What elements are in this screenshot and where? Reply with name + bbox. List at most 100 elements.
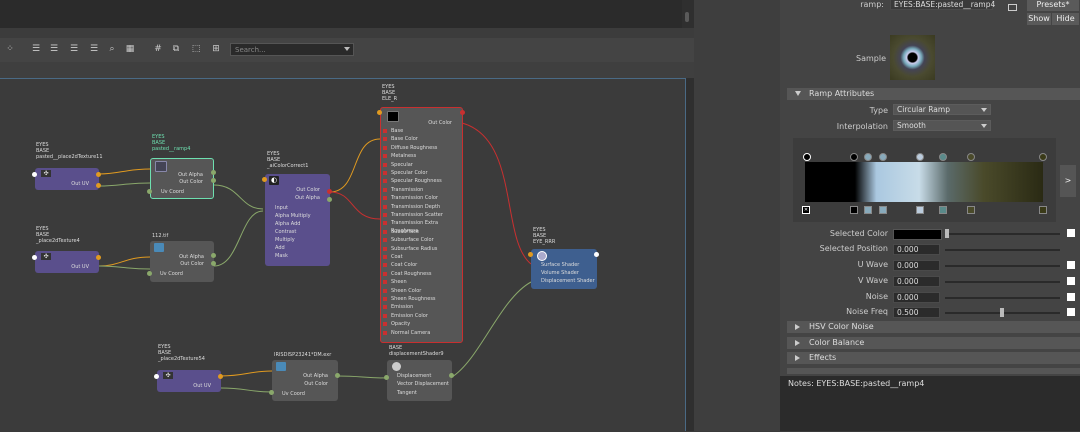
slider-handle[interactable] <box>1000 308 1004 317</box>
output-port[interactable] <box>218 374 223 379</box>
input-port[interactable] <box>383 263 387 268</box>
map-button[interactable] <box>1067 277 1075 285</box>
input-port[interactable] <box>383 204 387 209</box>
color-correct-node[interactable]: ◐ Out Color Out Alpha Input Alpha Multip… <box>265 174 330 266</box>
input-port[interactable] <box>383 255 387 259</box>
layout-icon[interactable]: ⊞ <box>210 44 222 54</box>
show-button[interactable]: Show <box>1027 13 1051 25</box>
output-port[interactable] <box>211 178 216 183</box>
input-port[interactable] <box>384 375 389 380</box>
stop-square[interactable] <box>850 206 858 214</box>
output-port[interactable] <box>335 373 340 378</box>
displacement-node[interactable]: Displacement Vector Displacement Tangent <box>387 360 452 401</box>
input-port[interactable] <box>383 145 387 150</box>
map-button[interactable] <box>1067 293 1075 301</box>
map-button[interactable] <box>1067 308 1075 316</box>
ramp-gradient[interactable] <box>805 162 1043 202</box>
interpolation-dropdown[interactable]: Smooth <box>893 120 991 131</box>
input-port[interactable] <box>383 179 387 184</box>
input-port[interactable] <box>383 313 387 318</box>
input-port[interactable] <box>383 322 387 327</box>
stop-square[interactable] <box>916 206 924 214</box>
file-node[interactable]: Out Alpha Out Color Uv Coord <box>150 241 214 282</box>
input-port[interactable] <box>269 390 274 395</box>
color-stop-handle[interactable] <box>1039 153 1047 161</box>
stop-square[interactable] <box>967 206 975 214</box>
input-port[interactable] <box>147 189 152 194</box>
input-port[interactable] <box>383 297 387 301</box>
grid-icon[interactable]: ▦ <box>124 44 136 54</box>
effects-section[interactable]: Effects <box>787 352 1080 364</box>
color-stop-handle[interactable] <box>967 153 975 161</box>
v-wave-slider[interactable] <box>945 281 1060 283</box>
ramp-name-field[interactable]: EYES:BASE:pasted__ramp4 <box>890 0 995 10</box>
input-port[interactable] <box>147 271 152 276</box>
input-port[interactable] <box>383 288 387 293</box>
noise-freq-field[interactable]: 0.500 <box>893 307 940 318</box>
output-port[interactable] <box>96 172 101 177</box>
input-port[interactable] <box>377 110 382 115</box>
place2d-node[interactable]: ✣ Out UV <box>35 168 99 190</box>
map-button[interactable] <box>1067 229 1075 237</box>
output-port[interactable] <box>594 252 599 257</box>
noise-field[interactable]: 0.000 <box>893 292 940 303</box>
selected-color-slider[interactable] <box>945 233 1060 235</box>
place2d-node[interactable]: ✣ Out UV <box>35 251 99 273</box>
map-button[interactable] <box>1067 261 1075 269</box>
input-port[interactable] <box>383 171 387 175</box>
input-port[interactable] <box>383 129 387 133</box>
stop-square[interactable] <box>939 206 947 214</box>
selected-color-swatch[interactable] <box>893 229 942 240</box>
color-stop-handle[interactable] <box>850 153 858 161</box>
input-port[interactable] <box>383 196 387 201</box>
input-port[interactable] <box>383 330 387 335</box>
u-wave-field[interactable]: 0.000 <box>893 260 940 271</box>
graph-icon[interactable]: ⁘ <box>4 44 16 54</box>
output-port[interactable] <box>211 170 216 175</box>
output-port[interactable] <box>460 110 465 115</box>
output-port[interactable] <box>96 255 101 260</box>
shading-group-node[interactable]: Surface Shader Volume Shader Displacemen… <box>531 249 597 289</box>
output-port[interactable] <box>327 197 332 202</box>
search-icon[interactable]: ⌕ <box>106 44 118 54</box>
input-port[interactable] <box>383 221 387 226</box>
input-port[interactable] <box>383 271 387 276</box>
output-port[interactable] <box>327 189 332 194</box>
selected-position-field[interactable]: 0.000 <box>893 244 940 255</box>
delete-stop-icon[interactable]: ✕ <box>802 206 810 214</box>
input-port[interactable] <box>154 374 159 379</box>
input-port[interactable] <box>383 162 387 167</box>
input-port[interactable] <box>383 246 387 251</box>
input-port[interactable] <box>383 280 387 285</box>
input-port[interactable] <box>383 154 387 159</box>
input-port[interactable] <box>528 252 533 257</box>
stop-square[interactable] <box>1039 206 1047 214</box>
list-icon[interactable]: ☰ <box>68 44 80 54</box>
standard-surface-node[interactable]: Out Color Base Base Color Diffuse Roughnes… <box>380 107 463 343</box>
v-wave-field[interactable]: 0.000 <box>893 276 940 287</box>
chevron-down-icon[interactable] <box>344 47 350 51</box>
scroll-handle[interactable] <box>685 12 689 22</box>
ramp-node[interactable]: Out Alpha Out Color Uv Coord <box>150 158 214 199</box>
slider-handle[interactable] <box>945 229 949 238</box>
expand-ramp-button[interactable]: > <box>1060 165 1076 197</box>
notes-area[interactable]: Notes: EYES:BASE:pasted__ramp4 <box>780 376 1080 431</box>
output-port[interactable] <box>96 183 101 188</box>
search-input[interactable]: Search... <box>230 43 354 56</box>
color-stop-handle[interactable] <box>879 153 887 161</box>
selected-position-slider[interactable] <box>945 249 1060 251</box>
color-stop-handle[interactable] <box>803 153 811 161</box>
input-port[interactable] <box>32 255 37 260</box>
stop-square[interactable] <box>879 206 887 214</box>
hsv-color-noise-section[interactable]: HSV Color Noise <box>787 321 1080 333</box>
input-port[interactable] <box>383 213 387 217</box>
color-stop-handle[interactable] <box>939 153 947 161</box>
frame-selected-icon[interactable]: ⬚ <box>190 44 202 54</box>
focus-icon[interactable] <box>1008 4 1017 11</box>
list-icon[interactable]: ☰ <box>48 44 60 54</box>
list-icon[interactable]: ☰ <box>88 44 100 54</box>
place2d-node[interactable]: ✣ Out UV <box>157 370 221 392</box>
u-wave-slider[interactable] <box>945 265 1060 267</box>
hide-button[interactable]: Hide <box>1052 13 1079 25</box>
grid-snap-icon[interactable]: # <box>152 44 164 54</box>
